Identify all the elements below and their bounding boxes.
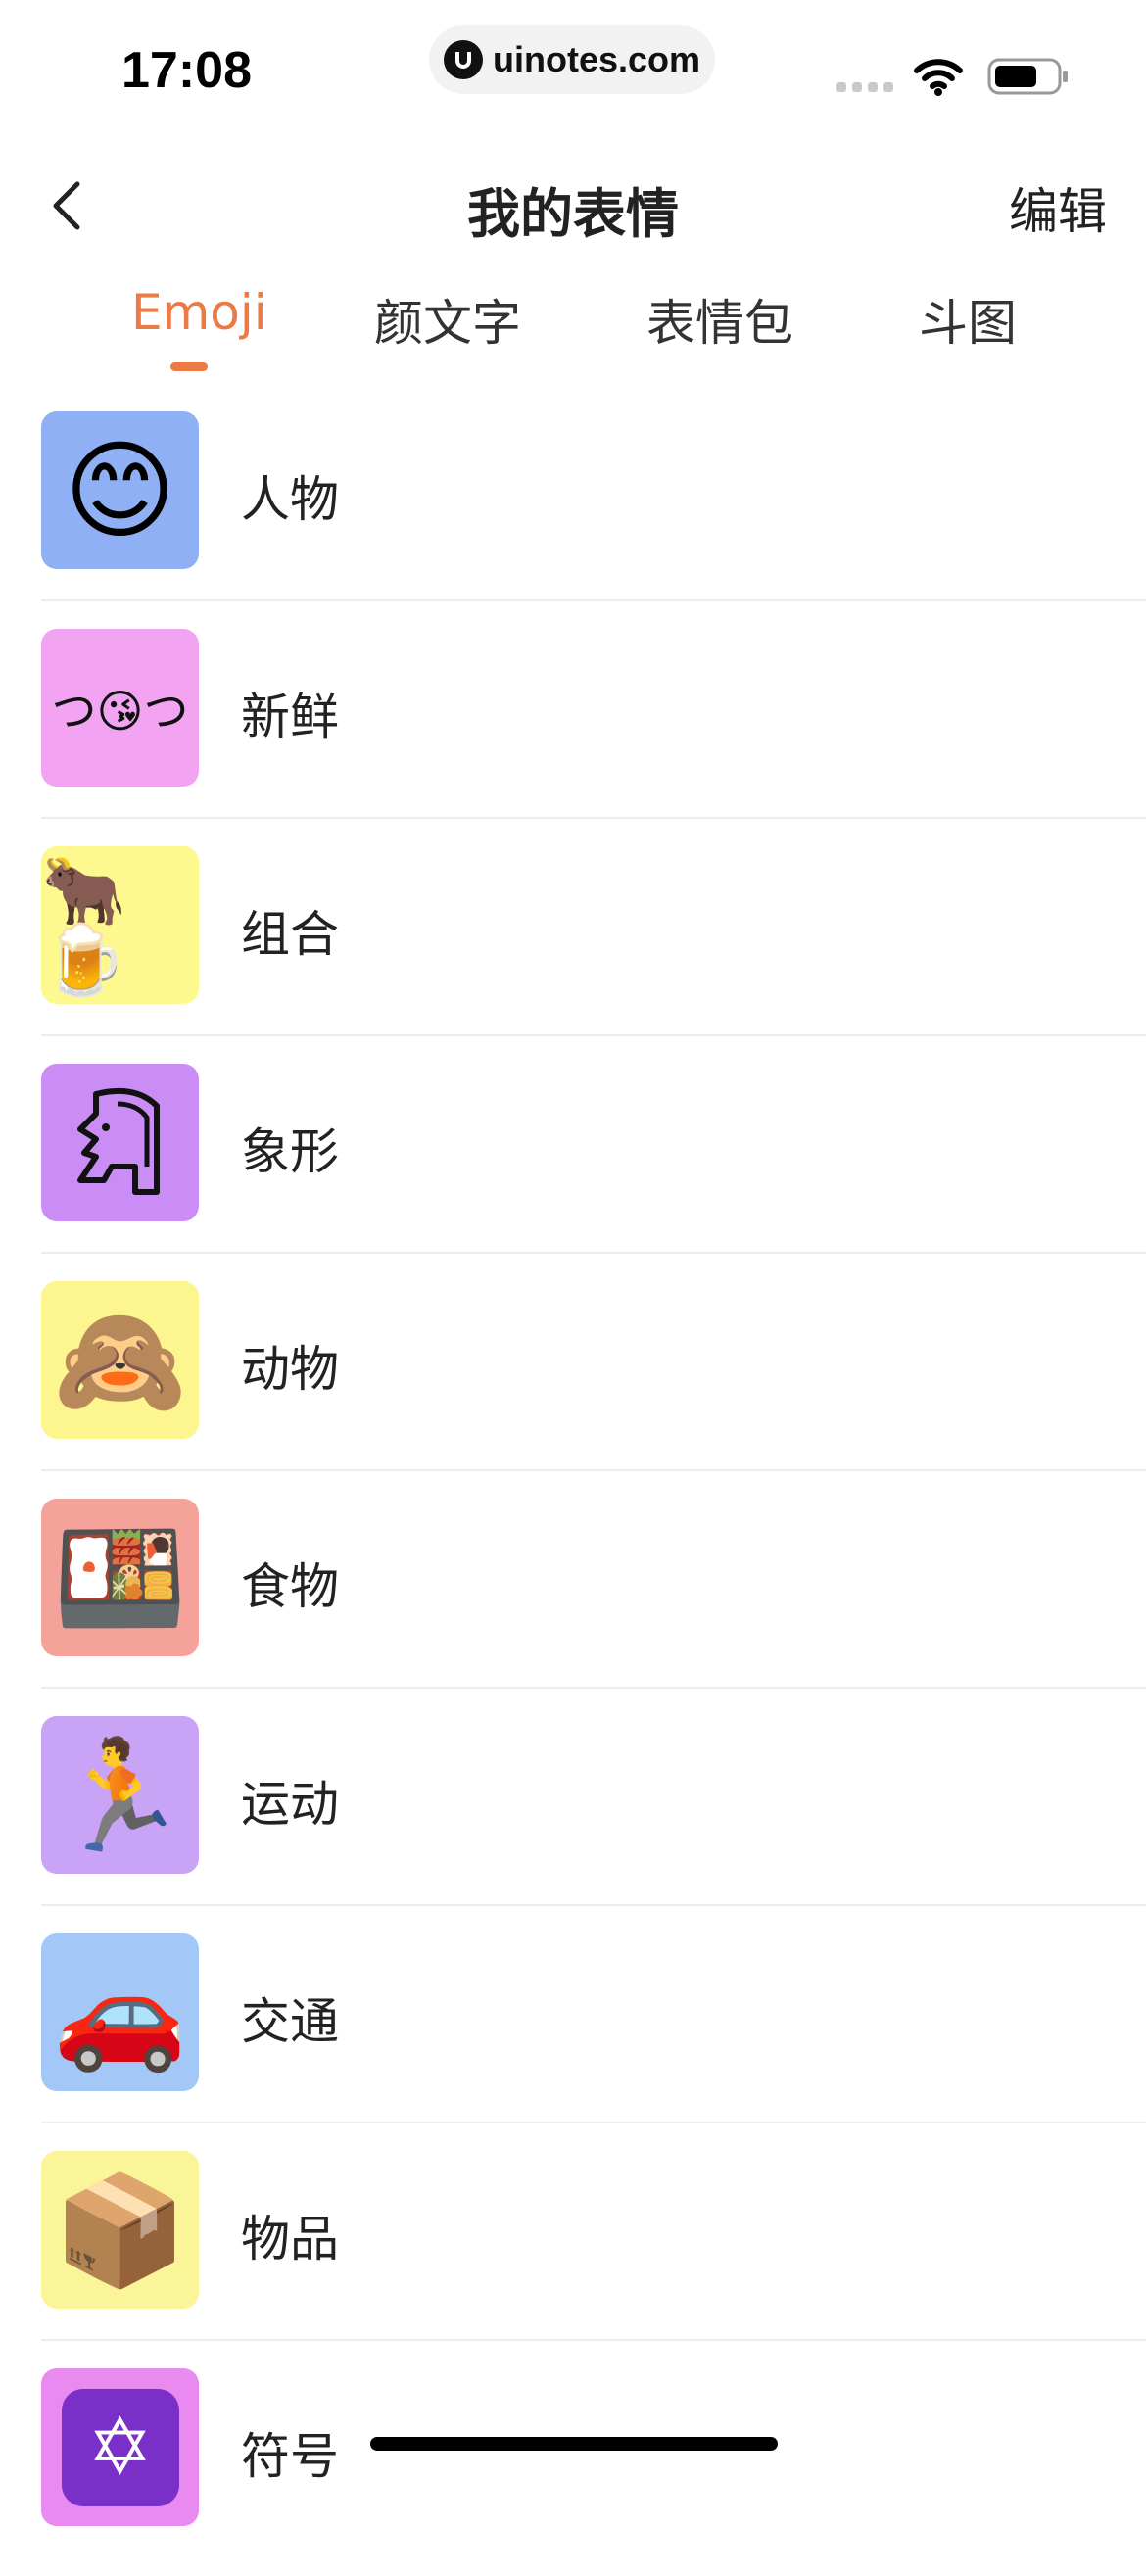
nav-bar: 我的表情 编辑 <box>0 147 1146 264</box>
divider <box>41 1687 1146 1689</box>
tab-bar: Emoji 颜文字 表情包 斗图 <box>0 284 1146 382</box>
tab-sticker-packs[interactable]: 表情包 <box>646 284 793 355</box>
cellular-signal-icon <box>836 82 893 92</box>
list-item-label: 新鲜 <box>241 689 339 745</box>
list-item-animals[interactable]: 🙈 动物 <box>0 1271 1146 1489</box>
divider <box>41 2122 1146 2123</box>
list-item-label: 交通 <box>241 1993 339 2050</box>
list-item-label: 运动 <box>241 1776 339 1833</box>
divider <box>41 2339 1146 2341</box>
divider <box>41 1034 1146 1036</box>
car-icon: 🚗 <box>41 1933 199 2091</box>
divider <box>41 599 1146 601</box>
list-item-people[interactable]: 😊 人物 <box>0 402 1146 619</box>
tab-kaomoji[interactable]: 颜文字 <box>374 284 521 355</box>
runner-icon: 🏃 <box>41 1716 199 1874</box>
home-indicator[interactable] <box>370 2437 778 2451</box>
divider <box>41 1252 1146 1254</box>
bento-box-icon: 🍱 <box>41 1499 199 1656</box>
list-item-symbols[interactable]: ✡ 符号 <box>0 2359 1146 2576</box>
package-icon: 📦 <box>41 2151 199 2309</box>
page-title: 我的表情 <box>467 183 679 245</box>
ox-beer-icon: 🐂🍺 <box>41 846 199 1004</box>
divider <box>41 817 1146 819</box>
url-pill[interactable]: uinotes.com <box>429 25 715 94</box>
list-item-label: 符号 <box>241 2428 339 2485</box>
active-tab-indicator <box>170 362 208 371</box>
list-item-label: 食物 <box>241 1558 339 1615</box>
site-logo-icon <box>443 40 483 79</box>
list-item-label: 动物 <box>241 1341 339 1398</box>
star-of-david-icon: ✡ <box>41 2368 199 2526</box>
status-time: 17:08 <box>121 42 252 99</box>
list-item-label: 象形 <box>241 1123 339 1180</box>
tab-meme-battle[interactable]: 斗图 <box>919 284 1017 355</box>
list-item-transport[interactable]: 🚗 交通 <box>0 1924 1146 2141</box>
battery-icon <box>987 57 1070 100</box>
hieroglyph-head-icon <box>41 1064 199 1221</box>
smiling-face-icon: 😊 <box>41 411 199 569</box>
divider <box>41 1469 1146 1471</box>
divider <box>41 1904 1146 1906</box>
edit-button[interactable]: 编辑 <box>1009 172 1107 243</box>
list-item-label: 组合 <box>241 906 339 963</box>
list-item-sports[interactable]: 🏃 运动 <box>0 1706 1146 1924</box>
wifi-icon <box>913 57 964 100</box>
list-item-label: 人物 <box>241 471 339 528</box>
tab-emoji[interactable]: Emoji <box>131 284 267 341</box>
list-item-fresh[interactable]: つ😘つ 新鲜 <box>0 619 1146 836</box>
list-item-hieroglyph[interactable]: 象形 <box>0 1054 1146 1271</box>
list-item-objects[interactable]: 📦 物品 <box>0 2141 1146 2359</box>
list-item-food[interactable]: 🍱 食物 <box>0 1489 1146 1706</box>
status-bar: 17:08 uinotes.com <box>0 0 1146 137</box>
list-item-label: 物品 <box>241 2211 339 2267</box>
list-item-combination[interactable]: 🐂🍺 组合 <box>0 836 1146 1054</box>
see-no-evil-monkey-icon: 🙈 <box>41 1281 199 1439</box>
url-text: uinotes.com <box>492 39 701 79</box>
kaomoji-kiss-icon: つ😘つ <box>41 629 199 787</box>
